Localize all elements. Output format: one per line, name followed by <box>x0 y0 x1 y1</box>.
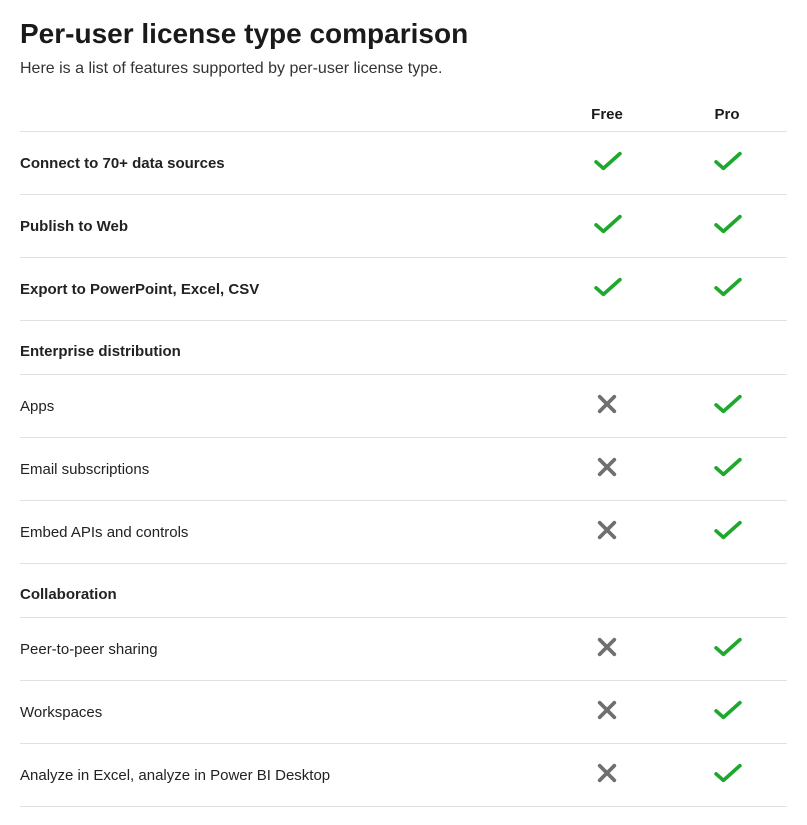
check-icon <box>712 150 742 174</box>
cell-free <box>547 258 667 321</box>
feature-label: Embed APIs and controls <box>20 501 547 564</box>
cell-pro <box>667 438 787 501</box>
cell-pro <box>667 501 787 564</box>
cell-pro <box>667 744 787 807</box>
check-icon <box>712 456 742 480</box>
section-row: Collaboration <box>20 564 787 618</box>
cell-free <box>547 195 667 258</box>
check-icon <box>592 276 622 300</box>
cell-free <box>547 438 667 501</box>
table-row: Email subscriptions <box>20 438 787 501</box>
table-row: Analyze in Excel, analyze in Power BI De… <box>20 744 787 807</box>
cell-free <box>547 501 667 564</box>
cell-pro <box>667 375 787 438</box>
cell-free <box>547 744 667 807</box>
feature-label: Analyze in Excel, analyze in Power BI De… <box>20 744 547 807</box>
page-subtitle: Here is a list of features supported by … <box>20 60 787 78</box>
section-row: Enterprise distribution <box>20 321 787 375</box>
check-icon <box>712 699 742 723</box>
feature-label: Apps <box>20 375 547 438</box>
table-row: Export to PowerPoint, Excel, CSV <box>20 258 787 321</box>
table-row: Publish to Web <box>20 195 787 258</box>
table-row: Connect to 70+ data sources <box>20 132 787 195</box>
cell-pro <box>667 258 787 321</box>
header-pro: Pro <box>667 100 787 132</box>
section-label: Collaboration <box>20 564 787 618</box>
check-icon <box>712 636 742 660</box>
header-feature <box>20 100 547 132</box>
feature-label: Peer-to-peer sharing <box>20 618 547 681</box>
check-icon <box>592 150 622 174</box>
feature-label: Workspaces <box>20 681 547 744</box>
table-row: Workspaces <box>20 681 787 744</box>
feature-label: Email subscriptions <box>20 438 547 501</box>
cell-pro <box>667 618 787 681</box>
check-icon <box>712 393 742 417</box>
table-row: Embed APIs and controls <box>20 501 787 564</box>
cell-pro <box>667 195 787 258</box>
cell-free <box>547 375 667 438</box>
cross-icon <box>592 393 622 417</box>
cell-pro <box>667 132 787 195</box>
feature-label: Export to PowerPoint, Excel, CSV <box>20 258 547 321</box>
check-icon <box>712 519 742 543</box>
cross-icon <box>592 699 622 723</box>
cross-icon <box>592 519 622 543</box>
check-icon <box>712 276 742 300</box>
check-icon <box>712 213 742 237</box>
cell-free <box>547 132 667 195</box>
check-icon <box>592 213 622 237</box>
page-title: Per-user license type comparison <box>20 18 787 50</box>
cross-icon <box>592 456 622 480</box>
comparison-table: Free Pro Connect to 70+ data sources Pub… <box>20 100 787 807</box>
header-free: Free <box>547 100 667 132</box>
check-icon <box>712 762 742 786</box>
feature-label: Connect to 70+ data sources <box>20 132 547 195</box>
section-label: Enterprise distribution <box>20 321 787 375</box>
cell-pro <box>667 681 787 744</box>
cross-icon <box>592 636 622 660</box>
feature-label: Publish to Web <box>20 195 547 258</box>
table-row: Apps <box>20 375 787 438</box>
table-row: Peer-to-peer sharing <box>20 618 787 681</box>
cell-free <box>547 681 667 744</box>
cross-icon <box>592 762 622 786</box>
cell-free <box>547 618 667 681</box>
